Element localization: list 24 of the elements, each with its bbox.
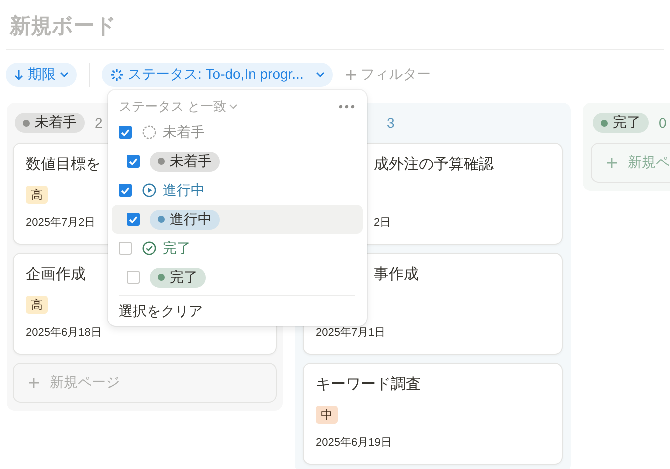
card-title: 成外注の予算確認 bbox=[374, 155, 494, 175]
card-count: 2 bbox=[95, 115, 103, 131]
due-date: 2025年6月19日 bbox=[316, 436, 392, 451]
status-group-label: 進行中 bbox=[163, 182, 205, 200]
due-date: 2025年7月2日 bbox=[26, 216, 96, 231]
priority-tag: 中 bbox=[316, 406, 338, 424]
status-tag: 進行中 bbox=[150, 210, 220, 230]
due-date: 2025年7月1日 bbox=[316, 326, 386, 341]
priority-tag: 高 bbox=[26, 296, 48, 314]
status-tag: 完了 bbox=[593, 113, 649, 133]
card-title: 企画作成 bbox=[26, 265, 86, 285]
status-group-label: 未着手 bbox=[163, 124, 205, 142]
due-date: 2025年6月18日 bbox=[26, 326, 102, 341]
card-count: 3 bbox=[387, 115, 395, 131]
due-date: 2日 bbox=[374, 216, 392, 231]
status-tag: 未着手 bbox=[15, 113, 85, 133]
priority-tag: 高 bbox=[26, 186, 48, 204]
status-tag: 未着手 bbox=[150, 152, 220, 172]
card-title: 事作成 bbox=[374, 265, 419, 285]
status-tag: 完了 bbox=[150, 268, 206, 288]
card-title: 数値目標を bbox=[26, 155, 101, 175]
status-group-label: 完了 bbox=[163, 240, 191, 258]
card-count: 0 bbox=[659, 115, 667, 131]
card-title: キーワード調査 bbox=[316, 375, 421, 395]
